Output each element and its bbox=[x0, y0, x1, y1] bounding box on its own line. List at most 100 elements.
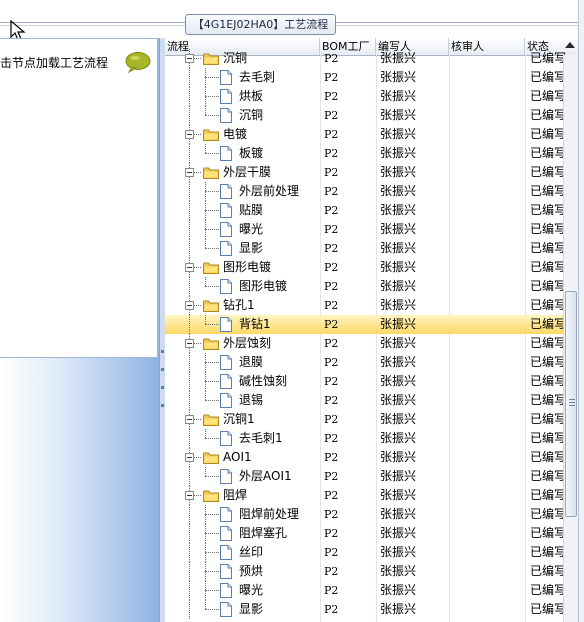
collapse-toggle-icon[interactable] bbox=[185, 491, 194, 500]
tree-node-label: 图形电镀 bbox=[223, 260, 272, 274]
window-title-tab[interactable]: 【4G1EJ02HA0】工艺流程 bbox=[185, 14, 336, 35]
tree-row-step[interactable]: 沉铜 P2 张振兴 已编写 bbox=[165, 106, 578, 125]
tree-row-step[interactable]: 丝印 P2 张振兴 已编写 bbox=[165, 543, 578, 562]
tree-connector bbox=[189, 144, 190, 163]
tree-row-step[interactable]: 显影 P2 张振兴 已编写 bbox=[165, 239, 578, 258]
tree-connector bbox=[189, 429, 190, 448]
tree-row-step[interactable]: 退锡 P2 张振兴 已编写 bbox=[165, 391, 578, 410]
tree-node-label: 退膜 bbox=[239, 355, 264, 369]
splitter-grip-dot bbox=[161, 404, 164, 407]
cell-bom: P2 bbox=[324, 318, 339, 331]
collapse-toggle-icon[interactable] bbox=[185, 54, 194, 63]
tree-row-group[interactable]: 图形电镀 P2 张振兴 已编写 bbox=[165, 258, 578, 277]
collapse-toggle-icon[interactable] bbox=[185, 415, 194, 424]
load-hint-text: 击节点加载工艺流程 bbox=[0, 56, 109, 70]
cell-author: 张振兴 bbox=[380, 146, 417, 160]
tree-connector bbox=[189, 467, 190, 486]
folder-icon bbox=[203, 129, 219, 141]
tree-row-group[interactable]: 电镀 P2 张振兴 已编写 bbox=[165, 125, 578, 144]
tree-connector bbox=[205, 277, 206, 286]
tree-connector bbox=[205, 77, 219, 78]
tree-row-step[interactable]: 显影 P2 张振兴 已编写 bbox=[165, 600, 578, 619]
cell-bom: P2 bbox=[324, 261, 339, 274]
cell-author: 张振兴 bbox=[380, 127, 417, 141]
document-icon bbox=[220, 70, 232, 85]
tree-row-step[interactable]: 图形电镀 P2 张振兴 已编写 bbox=[165, 277, 578, 296]
cell-author: 张振兴 bbox=[380, 241, 417, 255]
cell-author: 张振兴 bbox=[380, 184, 417, 198]
cell-author: 张振兴 bbox=[380, 526, 417, 540]
tree-connector bbox=[205, 248, 219, 249]
splitter-grip-dot bbox=[161, 386, 164, 389]
collapse-toggle-icon[interactable] bbox=[185, 168, 194, 177]
tree-row-step[interactable]: 板镀 P2 张振兴 已编写 bbox=[165, 144, 578, 163]
tree-node-label: 显影 bbox=[239, 602, 264, 616]
tree-row-group[interactable]: 外层蚀刻 P2 张振兴 已编写 bbox=[165, 334, 578, 353]
tree-node-label: 丝印 bbox=[239, 545, 264, 559]
tree-connector bbox=[205, 590, 219, 591]
tree-row-group[interactable]: AOI1 P2 张振兴 已编写 bbox=[165, 448, 578, 467]
vertical-scrollbar[interactable] bbox=[563, 55, 579, 622]
tree-row-step[interactable]: 贴膜 P2 张振兴 已编写 bbox=[165, 201, 578, 220]
collapse-toggle-icon[interactable] bbox=[185, 263, 194, 272]
tree-row-group[interactable]: 外层干膜 P2 张振兴 已编写 bbox=[165, 163, 578, 182]
scrollbar-thumb[interactable] bbox=[565, 291, 577, 517]
tree-row-step[interactable]: 退膜 P2 张振兴 已编写 bbox=[165, 353, 578, 372]
document-icon bbox=[220, 222, 232, 237]
cell-bom: P2 bbox=[324, 470, 339, 483]
tree-row-group[interactable]: 钻孔1 P2 张振兴 已编写 bbox=[165, 296, 578, 315]
collapse-toggle-icon[interactable] bbox=[185, 453, 194, 462]
document-icon bbox=[220, 545, 232, 560]
speech-bubble-icon[interactable] bbox=[124, 51, 152, 73]
tree-connector bbox=[205, 467, 206, 476]
tree-connector bbox=[189, 600, 190, 619]
tree-node-label: 钻孔1 bbox=[223, 298, 255, 312]
cell-bom: P2 bbox=[324, 565, 339, 578]
folder-icon bbox=[203, 262, 219, 274]
top-bar: 【4G1EJ02HA0】工艺流程 bbox=[0, 0, 584, 41]
tree-row-step[interactable]: 阻焊前处理 P2 张振兴 已编写 bbox=[165, 505, 578, 524]
cell-bom: P2 bbox=[324, 280, 339, 293]
tree-row-step[interactable]: 去毛刺1 P2 张振兴 已编写 bbox=[165, 429, 578, 448]
tree-row-step[interactable]: 外层前处理 P2 张振兴 已编写 bbox=[165, 182, 578, 201]
tree-connector bbox=[189, 87, 190, 106]
collapse-toggle-icon[interactable] bbox=[185, 130, 194, 139]
document-icon bbox=[220, 146, 232, 161]
left-panel-box: 击节点加载工艺流程 bbox=[0, 38, 158, 358]
tree-row-step[interactable]: 外层AOI1 P2 张振兴 已编写 bbox=[165, 467, 578, 486]
tree-connector bbox=[189, 68, 190, 87]
collapse-toggle-icon[interactable] bbox=[185, 301, 194, 310]
tree-connector bbox=[189, 315, 190, 334]
tree-row-step[interactable]: 碱性蚀刻 P2 张振兴 已编写 bbox=[165, 372, 578, 391]
tree-row-step[interactable]: 预烘 P2 张振兴 已编写 bbox=[165, 562, 578, 581]
document-icon bbox=[220, 583, 232, 598]
tree-connector bbox=[189, 182, 190, 201]
left-panel: 击节点加载工艺流程 bbox=[0, 38, 160, 622]
tree-row-step[interactable]: 曝光 P2 张振兴 已编写 bbox=[165, 581, 578, 600]
tree-row-step[interactable]: 去毛刺 P2 张振兴 已编写 bbox=[165, 68, 578, 87]
cell-bom: P2 bbox=[324, 508, 339, 521]
cell-bom: P2 bbox=[324, 375, 339, 388]
cell-author: 张振兴 bbox=[380, 165, 417, 179]
process-tree-grid: 流程 BOM工厂 编写人 核审人 状态 沉铜 P2 张振兴 已编写 去毛刺 P2 张振兴 已编… bbox=[165, 38, 578, 622]
tree-connector bbox=[205, 239, 206, 248]
cell-author: 张振兴 bbox=[380, 602, 417, 616]
tree-row-group[interactable]: 阻焊 P2 张振兴 已编写 bbox=[165, 486, 578, 505]
tree-row-group[interactable]: 沉铜 P2 张振兴 已编写 bbox=[165, 49, 578, 68]
tree-node-label: 沉铜 bbox=[239, 108, 264, 122]
document-icon bbox=[220, 184, 232, 199]
tree-row-group[interactable]: 沉铜1 P2 张振兴 已编写 bbox=[165, 410, 578, 429]
tree-row-step[interactable]: 曝光 P2 张振兴 已编写 bbox=[165, 220, 578, 239]
splitter-grip-dot bbox=[161, 368, 164, 371]
cell-bom: P2 bbox=[324, 394, 339, 407]
folder-icon bbox=[203, 452, 219, 464]
tree-row-step[interactable]: 烘板 P2 张振兴 已编写 bbox=[165, 87, 578, 106]
tree-row-step[interactable]: 背钻1 P2 张振兴 已编写 bbox=[165, 315, 578, 334]
tree-node-label: 电镀 bbox=[223, 127, 248, 141]
tree-node-label: 去毛刺1 bbox=[239, 431, 283, 445]
tree-row-step[interactable]: 阻焊塞孔 P2 张振兴 已编写 bbox=[165, 524, 578, 543]
sort-up-icon[interactable] bbox=[565, 42, 575, 48]
cell-author: 张振兴 bbox=[380, 298, 417, 312]
cell-bom: P2 bbox=[324, 413, 339, 426]
collapse-toggle-icon[interactable] bbox=[185, 339, 194, 348]
